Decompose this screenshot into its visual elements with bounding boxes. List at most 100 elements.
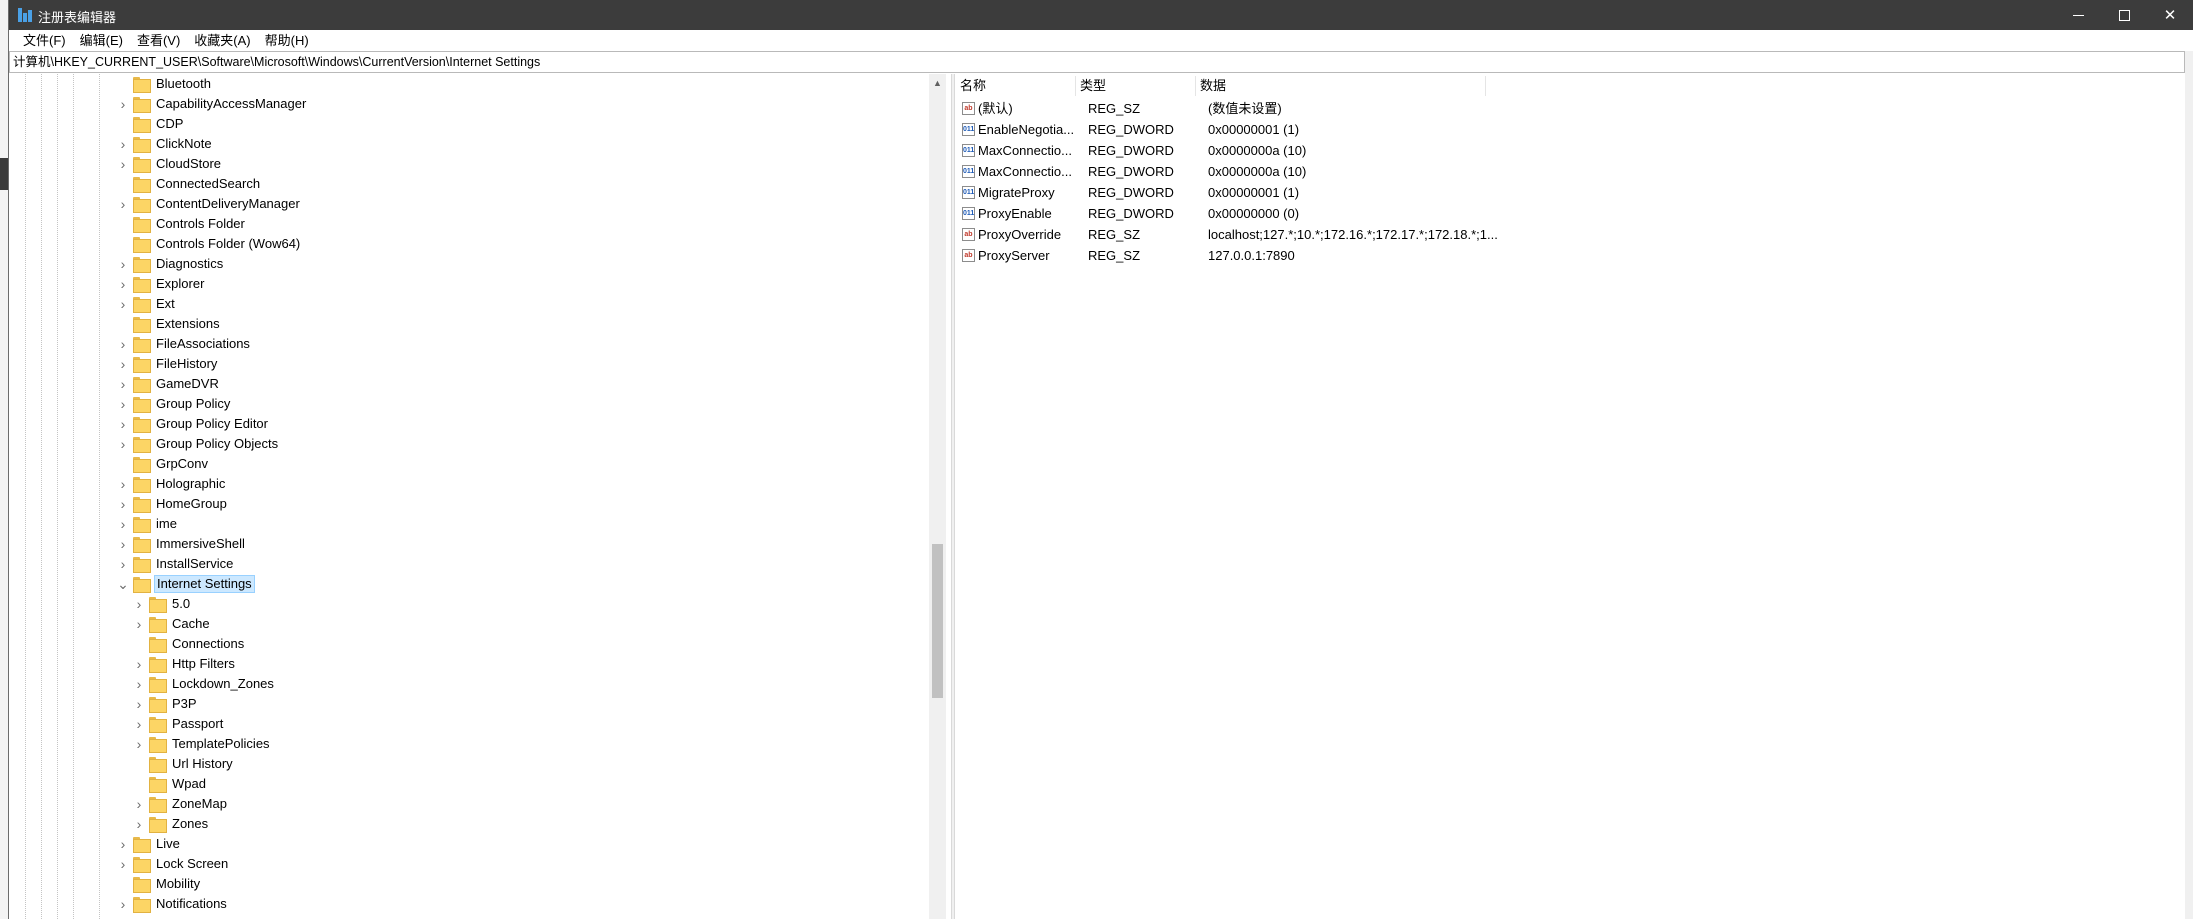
tree-item[interactable]: › Holographic: [117, 474, 227, 494]
value-row[interactable]: ab ProxyOverride REG_SZ localhost;127.*;10.…: [956, 224, 2185, 245]
tree-item[interactable]: Connections: [133, 634, 246, 654]
value-row[interactable]: 011 MaxConnectio... REG_DWORD 0x0000000a (1…: [956, 161, 2185, 182]
tree-item[interactable]: Wpad: [133, 774, 208, 794]
tree-item[interactable]: › P3P: [133, 694, 199, 714]
menu-help[interactable]: 帮助(H): [258, 30, 316, 51]
tree-item[interactable]: › ime: [117, 514, 179, 534]
chevron-right-icon[interactable]: ›: [117, 394, 129, 414]
chevron-right-icon[interactable]: ›: [133, 674, 145, 694]
chevron-right-icon[interactable]: ›: [133, 594, 145, 614]
tree-item[interactable]: › HomeGroup: [117, 494, 229, 514]
tree-item[interactable]: GrpConv: [117, 454, 210, 474]
tree-item[interactable]: › Ext: [117, 294, 177, 314]
tree-item[interactable]: Extensions: [117, 314, 222, 334]
chevron-right-icon[interactable]: ›: [117, 154, 129, 174]
maximize-button[interactable]: [2101, 0, 2147, 30]
value-row[interactable]: ab ProxyServer REG_SZ 127.0.0.1:7890: [956, 245, 2185, 266]
minimize-button[interactable]: [2055, 0, 2101, 30]
tree-item[interactable]: › InstallService: [117, 554, 235, 574]
chevron-right-icon[interactable]: ›: [133, 714, 145, 734]
values-list[interactable]: 名称 类型 数据 ab (默认) REG_SZ (数值未设置) 011 EnableNeg…: [956, 74, 2185, 919]
tree-item[interactable]: › Cache: [133, 614, 212, 634]
tree-item[interactable]: Bluetooth: [117, 74, 213, 94]
scroll-up-icon[interactable]: ▲: [929, 74, 946, 91]
value-row[interactable]: 011 ProxyEnable REG_DWORD 0x00000000 (0): [956, 203, 2185, 224]
chevron-right-icon[interactable]: ›: [117, 334, 129, 354]
title-bar[interactable]: 注册表编辑器 ✕: [9, 0, 2193, 30]
chevron-right-icon[interactable]: ›: [117, 134, 129, 154]
tree-item[interactable]: › ClickNote: [117, 134, 214, 154]
chevron-right-icon[interactable]: ›: [117, 834, 129, 854]
chevron-right-icon[interactable]: ›: [133, 694, 145, 714]
chevron-right-icon[interactable]: ›: [133, 794, 145, 814]
tree-item[interactable]: › ContentDeliveryManager: [117, 194, 302, 214]
tree-item[interactable]: › Explorer: [117, 274, 206, 294]
chevron-right-icon[interactable]: ›: [117, 414, 129, 434]
chevron-right-icon[interactable]: ›: [117, 194, 129, 214]
value-row[interactable]: 011 MaxConnectio... REG_DWORD 0x0000000a (1…: [956, 140, 2185, 161]
tree-item[interactable]: › Lockdown_Zones: [133, 674, 276, 694]
pane-splitter[interactable]: [951, 74, 955, 919]
chevron-right-icon[interactable]: ›: [117, 354, 129, 374]
tree-item[interactable]: › GameDVR: [117, 374, 221, 394]
chevron-right-icon[interactable]: ›: [117, 294, 129, 314]
chevron-right-icon[interactable]: ›: [117, 434, 129, 454]
chevron-right-icon[interactable]: ›: [117, 474, 129, 494]
chevron-right-icon[interactable]: ›: [117, 514, 129, 534]
tree-item[interactable]: › Group Policy Objects: [117, 434, 280, 454]
tree-item[interactable]: ⌄ Internet Settings: [117, 574, 255, 594]
tree-item[interactable]: › Passport: [133, 714, 225, 734]
tree-item[interactable]: Controls Folder: [117, 214, 247, 234]
value-row[interactable]: 011 MigrateProxy REG_DWORD 0x00000001 (1): [956, 182, 2185, 203]
tree-item[interactable]: › FileHistory: [117, 354, 219, 374]
value-row[interactable]: 011 EnableNegotia... REG_DWORD 0x00000001 (…: [956, 119, 2185, 140]
tree-item[interactable]: › ZoneMap: [133, 794, 229, 814]
tree-scrollbar[interactable]: ▲: [929, 74, 946, 919]
column-name[interactable]: 名称: [956, 76, 1076, 96]
tree-item[interactable]: › Http Filters: [133, 654, 237, 674]
menu-view[interactable]: 查看(V): [130, 30, 187, 51]
tree-item[interactable]: › Group Policy Editor: [117, 414, 270, 434]
address-bar[interactable]: 计算机\HKEY_CURRENT_USER\Software\Microsoft…: [9, 51, 2185, 73]
tree-item[interactable]: › Lock Screen: [117, 854, 230, 874]
column-data[interactable]: 数据: [1196, 76, 1486, 96]
chevron-right-icon[interactable]: ›: [117, 534, 129, 554]
chevron-right-icon[interactable]: ›: [117, 274, 129, 294]
tree-item[interactable]: › ImmersiveShell: [117, 534, 247, 554]
close-button[interactable]: ✕: [2147, 0, 2193, 30]
chevron-right-icon[interactable]: ›: [133, 654, 145, 674]
column-type[interactable]: 类型: [1076, 76, 1196, 96]
tree-item[interactable]: › CapabilityAccessManager: [117, 94, 308, 114]
chevron-right-icon[interactable]: ›: [117, 854, 129, 874]
tree-item[interactable]: › Notifications: [117, 894, 229, 914]
tree-item[interactable]: › FileAssociations: [117, 334, 252, 354]
key-tree[interactable]: Bluetooth › CapabilityAccessManager CDP › Cli…: [9, 74, 951, 919]
tree-item[interactable]: › Group Policy: [117, 394, 232, 414]
tree-item[interactable]: CDP: [117, 114, 185, 134]
chevron-right-icon[interactable]: ›: [117, 554, 129, 574]
chevron-right-icon[interactable]: ›: [133, 814, 145, 834]
chevron-right-icon[interactable]: ›: [133, 614, 145, 634]
tree-item[interactable]: › 5.0: [133, 594, 192, 614]
tree-item[interactable]: › CloudStore: [117, 154, 223, 174]
chevron-right-icon[interactable]: ›: [117, 494, 129, 514]
tree-item[interactable]: › Diagnostics: [117, 254, 225, 274]
value-row[interactable]: ab (默认) REG_SZ (数值未设置): [956, 98, 2185, 119]
tree-item[interactable]: › TemplatePolicies: [133, 734, 272, 754]
scrollbar-thumb[interactable]: [932, 544, 943, 698]
tree-item[interactable]: Mobility: [117, 874, 202, 894]
chevron-right-icon[interactable]: ›: [117, 894, 129, 914]
chevron-right-icon[interactable]: ›: [117, 94, 129, 114]
menu-file[interactable]: 文件(F): [16, 30, 73, 51]
tree-item[interactable]: › Zones: [133, 814, 210, 834]
tree-item[interactable]: ConnectedSearch: [117, 174, 262, 194]
chevron-right-icon[interactable]: ›: [117, 374, 129, 394]
menu-favorites[interactable]: 收藏夹(A): [187, 30, 257, 51]
chevron-right-icon[interactable]: ›: [117, 254, 129, 274]
menu-edit[interactable]: 编辑(E): [73, 30, 130, 51]
tree-item[interactable]: › Live: [117, 834, 182, 854]
tree-item[interactable]: Url History: [133, 754, 235, 774]
chevron-right-icon[interactable]: ›: [133, 734, 145, 754]
chevron-down-icon[interactable]: ⌄: [117, 574, 129, 594]
tree-item[interactable]: Controls Folder (Wow64): [117, 234, 302, 254]
